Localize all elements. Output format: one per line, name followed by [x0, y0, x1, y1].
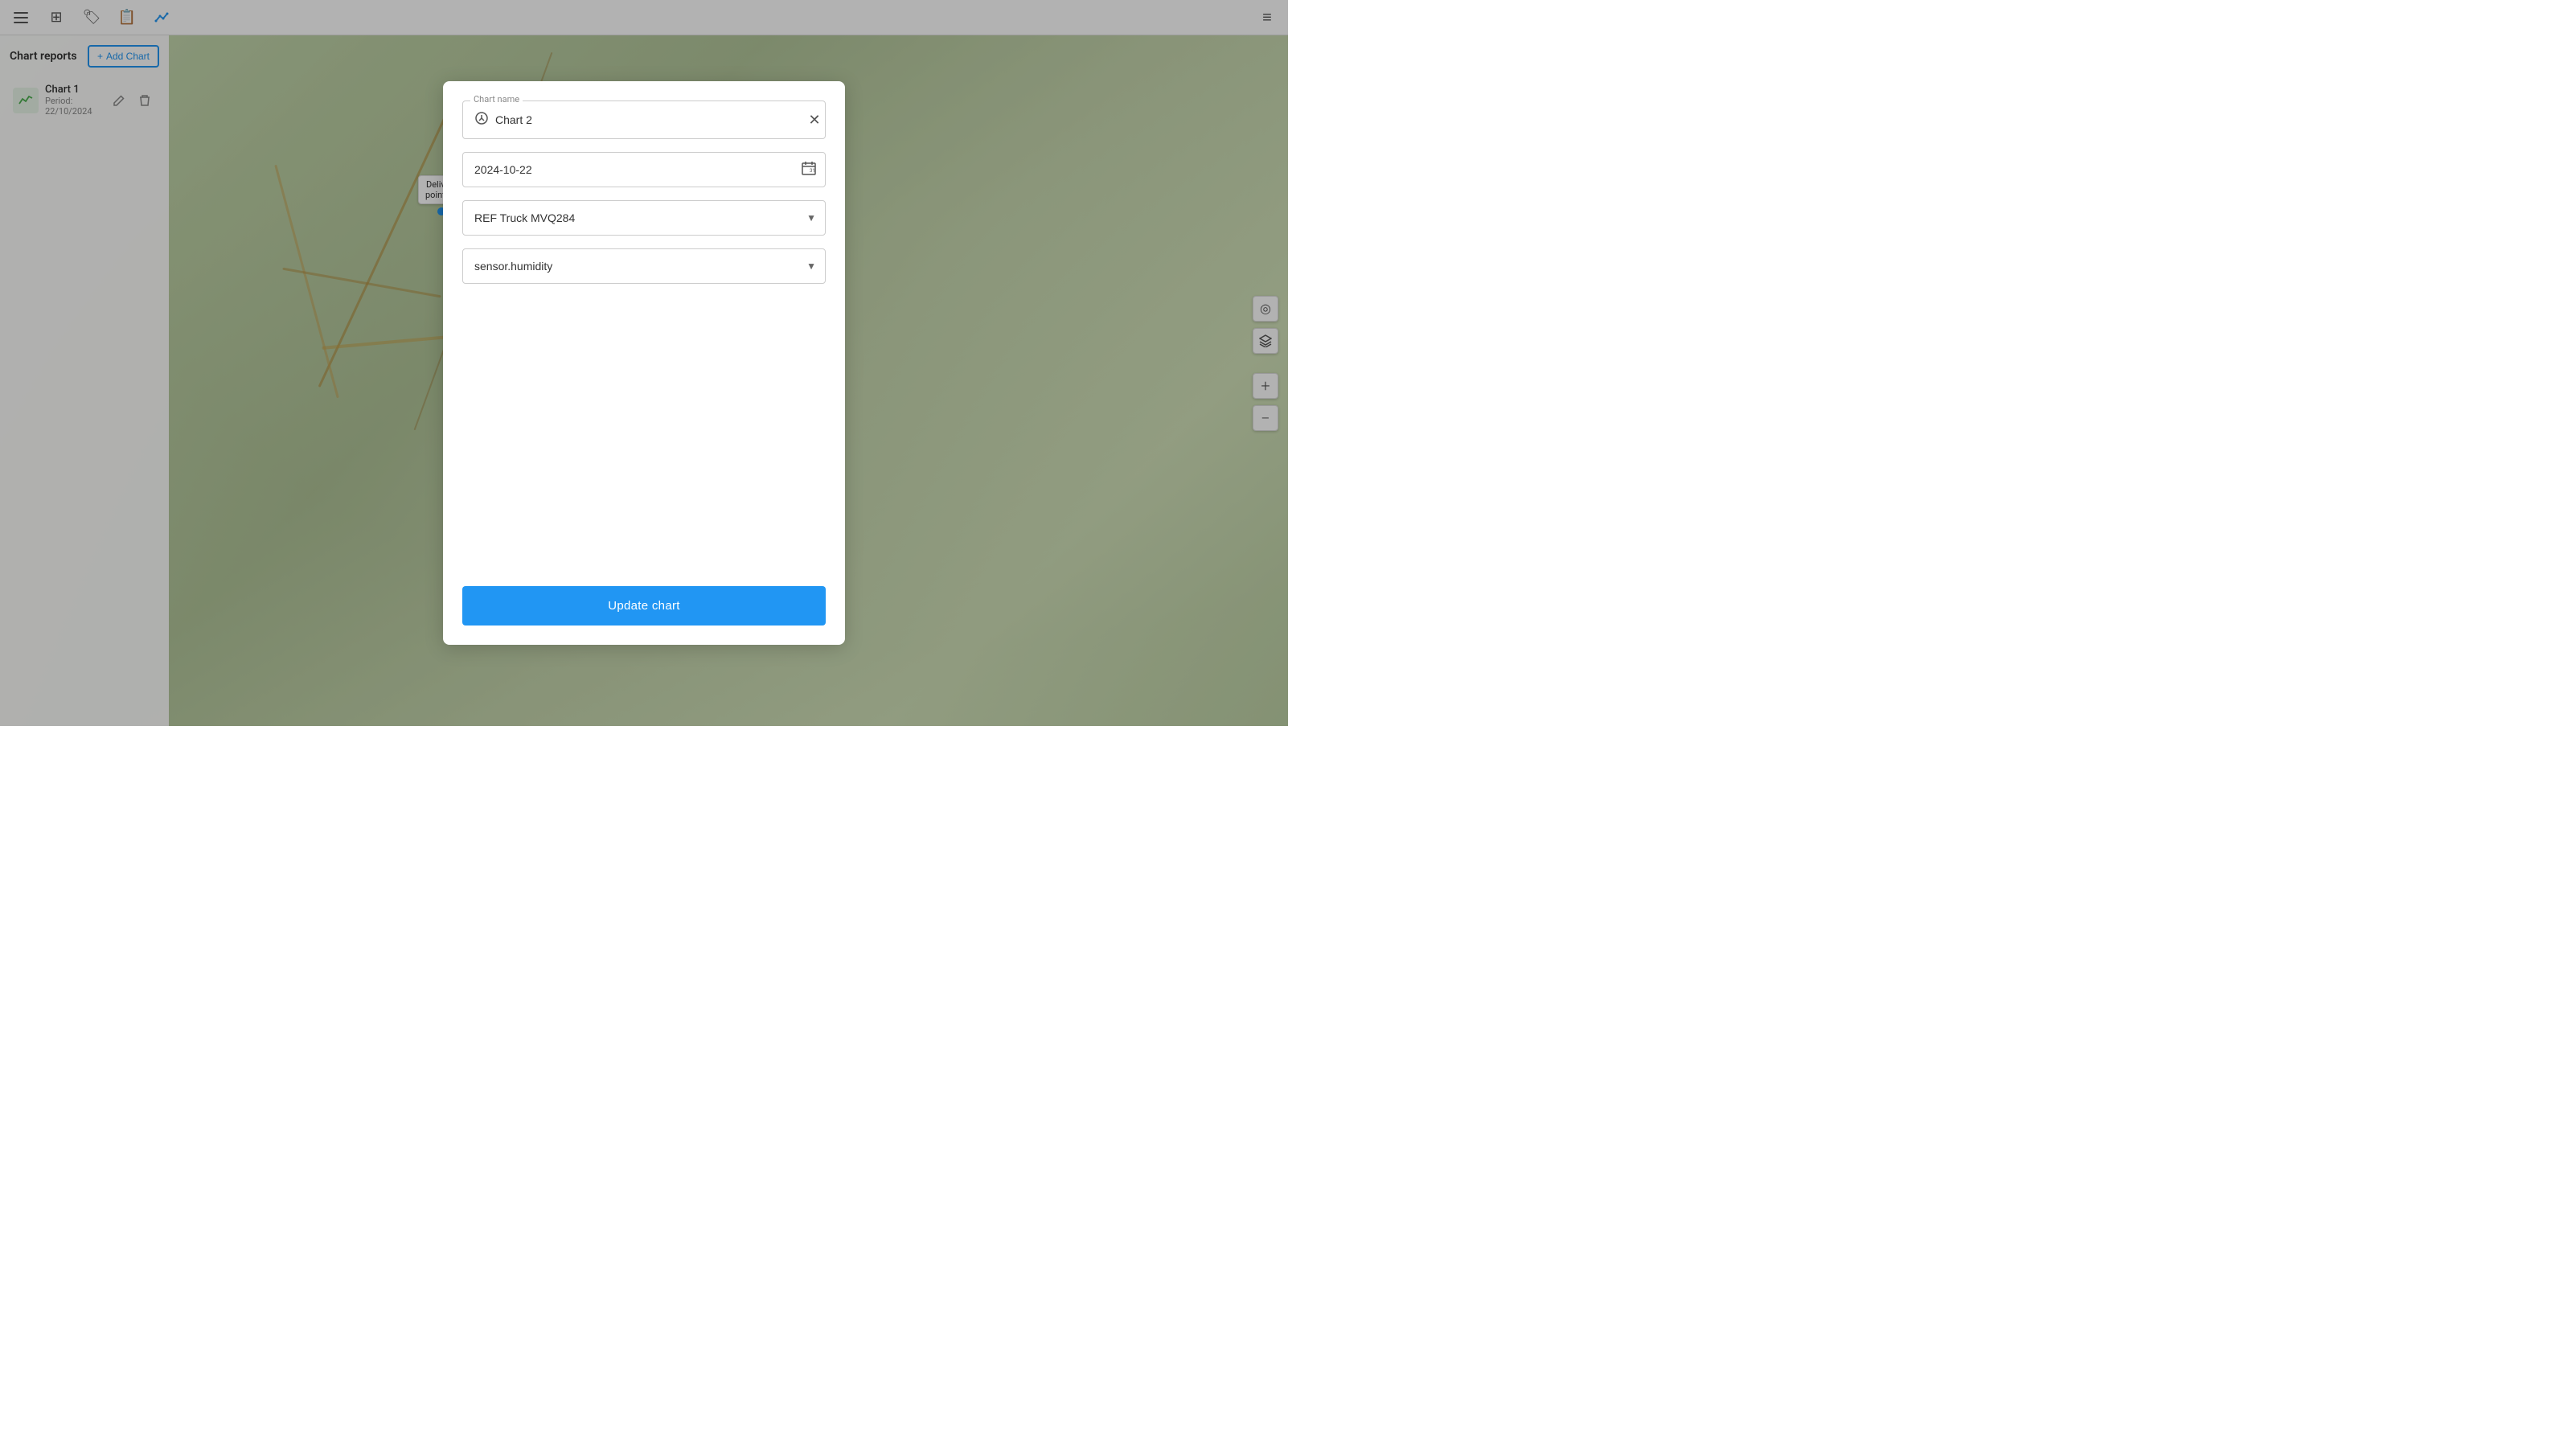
- date-input[interactable]: [462, 152, 826, 187]
- sensor-group: sensor.humidity sensor.temperature senso…: [462, 248, 826, 284]
- modal-body: Chart name ✕: [443, 81, 845, 570]
- modal-footer: Update chart: [443, 570, 845, 645]
- vehicle-group: REF Truck MVQ284 Truck ABC123 ▼: [462, 200, 826, 236]
- modal-close-button[interactable]: ✕: [803, 109, 826, 131]
- modal-empty-space: [462, 297, 826, 570]
- sensor-select[interactable]: sensor.humidity sensor.temperature senso…: [462, 248, 826, 284]
- svg-text:31: 31: [810, 168, 815, 174]
- chart-name-field-label: Chart name: [470, 94, 523, 105]
- update-chart-button[interactable]: Update chart: [462, 586, 826, 626]
- chart-name-input[interactable]: [495, 113, 814, 126]
- vehicle-select[interactable]: REF Truck MVQ284 Truck ABC123: [462, 200, 826, 236]
- edit-chart-modal: Chart name ✕: [443, 81, 845, 645]
- chart-name-input-wrapper: [462, 100, 826, 139]
- chart-name-field-icon: [474, 111, 489, 129]
- calendar-icon: 31: [802, 161, 816, 178]
- date-group: 31: [462, 152, 826, 187]
- chart-name-group: Chart name ✕: [462, 100, 826, 139]
- modal-overlay: Chart name ✕: [0, 0, 1288, 726]
